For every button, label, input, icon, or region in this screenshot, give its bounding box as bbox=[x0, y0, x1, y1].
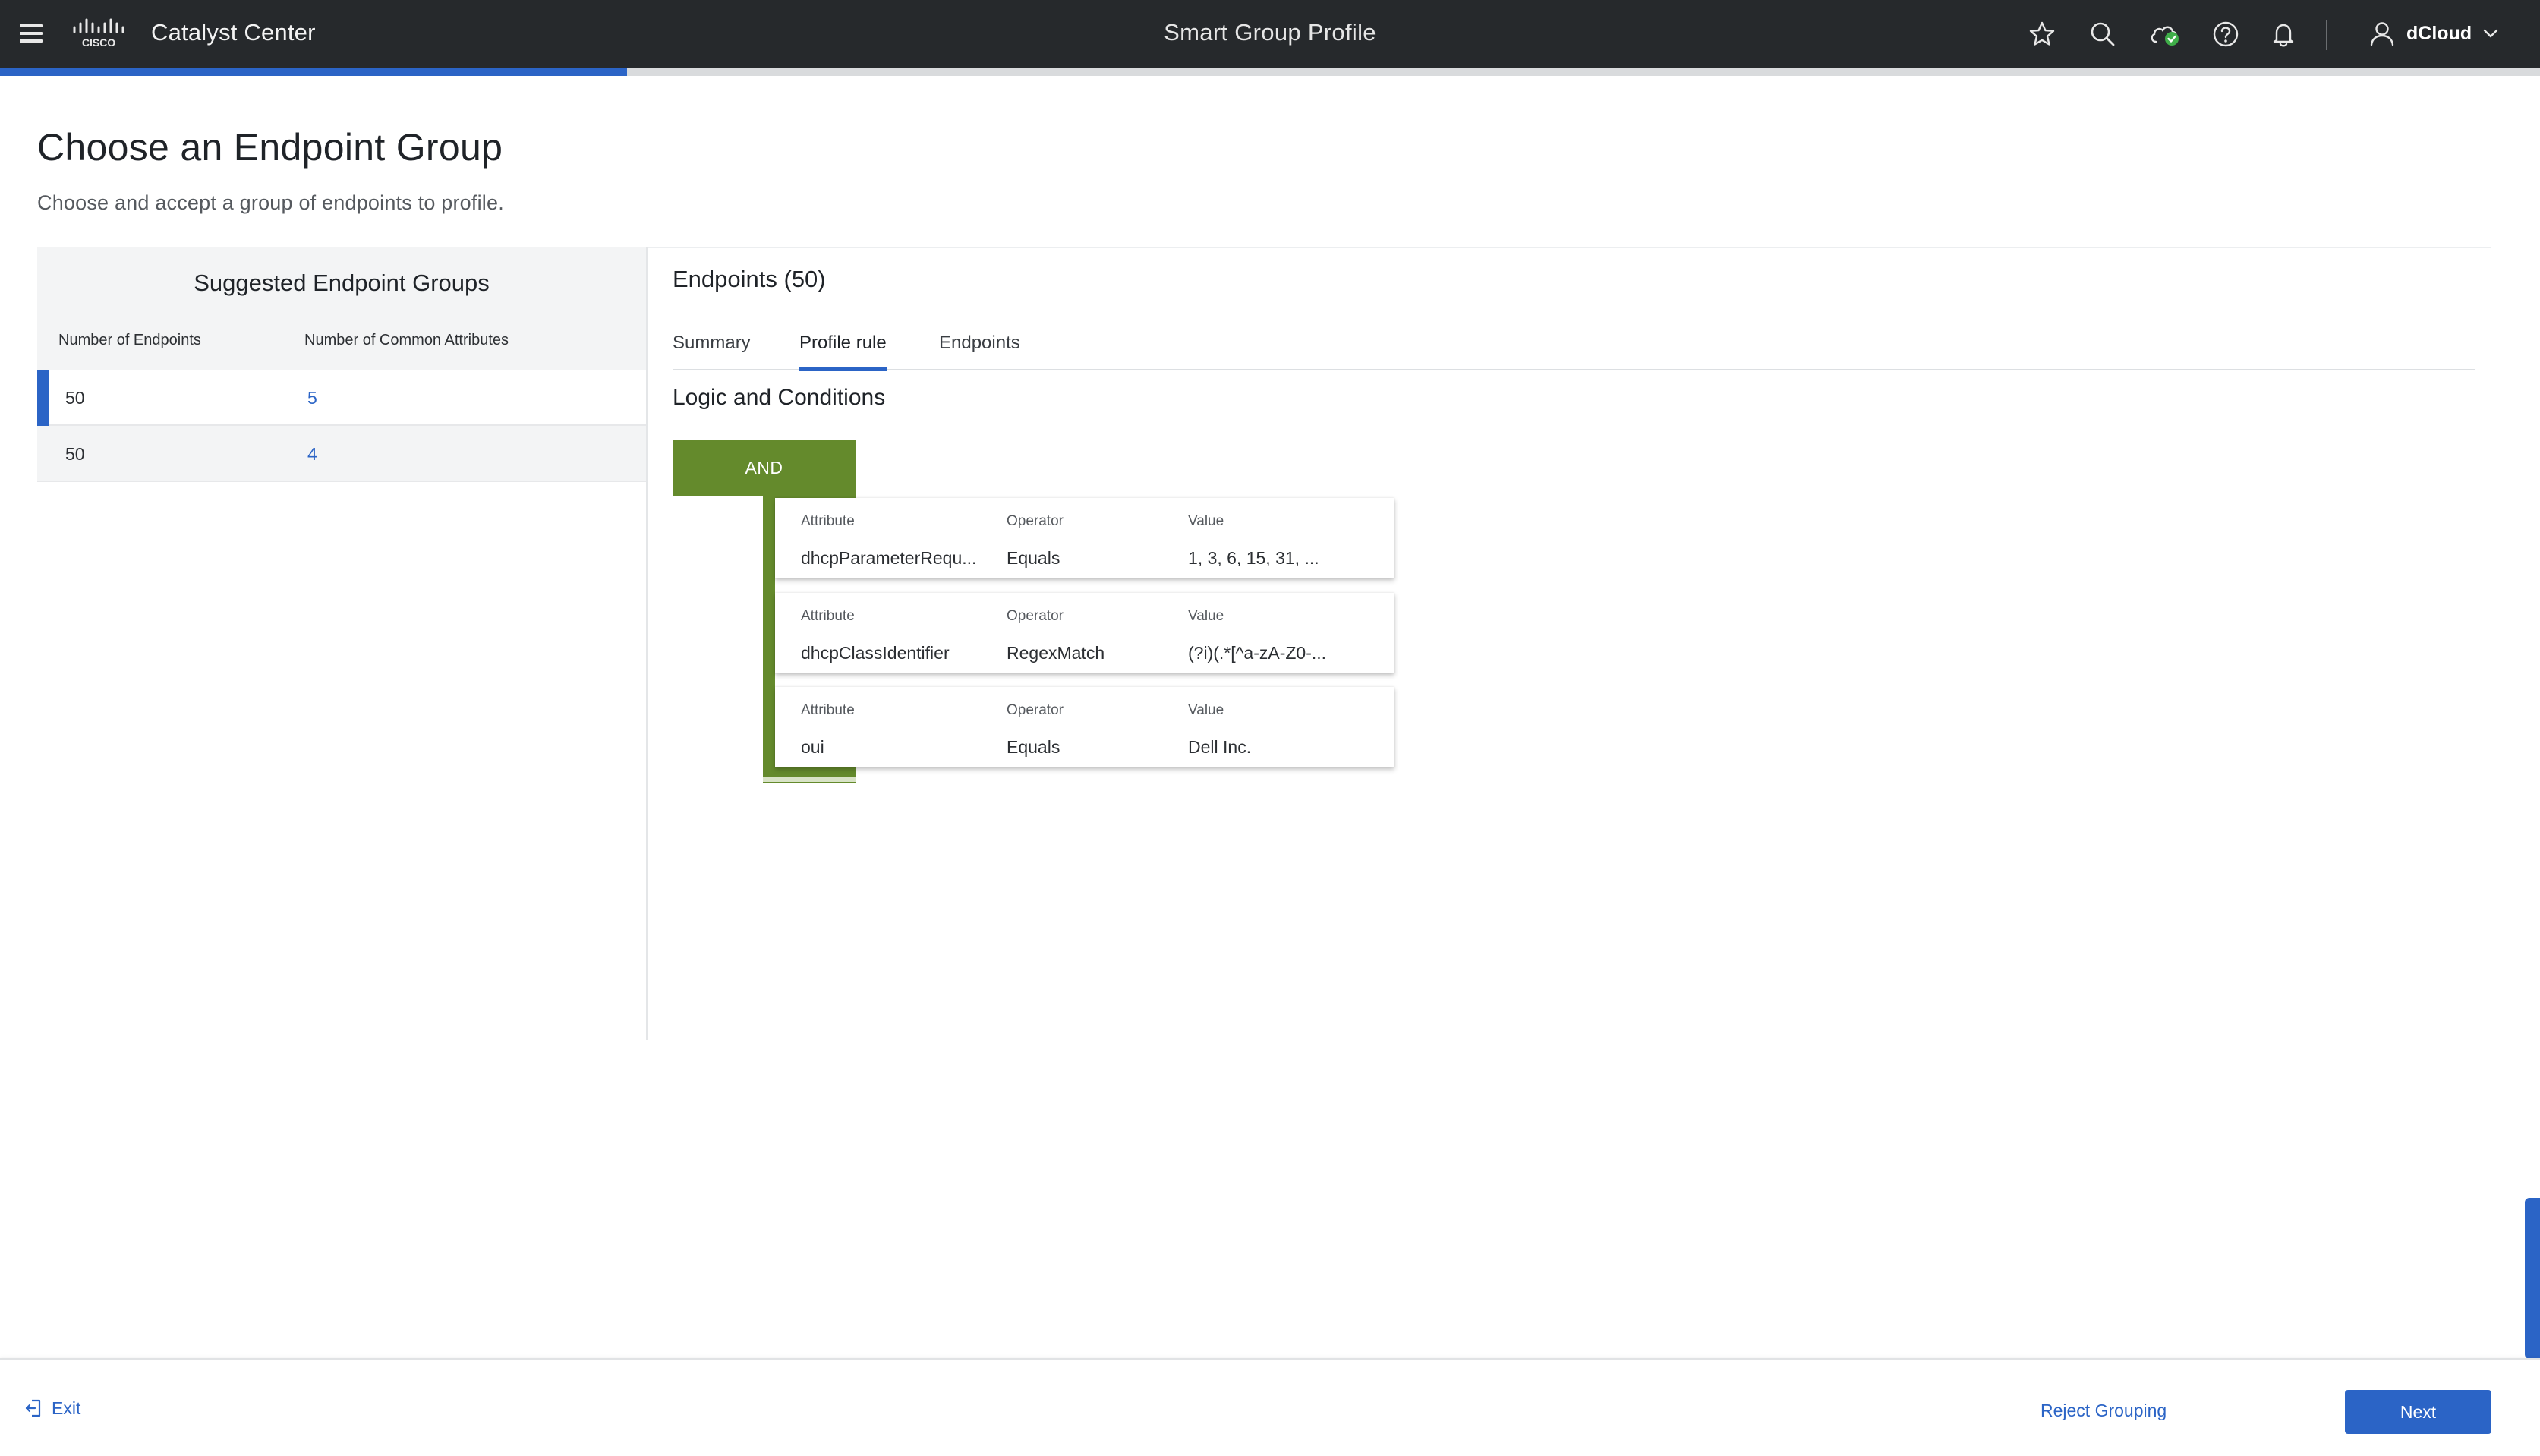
chevron-down-icon bbox=[2483, 29, 2498, 38]
attribute-label: Attribute bbox=[801, 513, 855, 529]
selected-row-marker bbox=[37, 370, 49, 426]
condition-attribute: oui bbox=[801, 737, 824, 757]
user-name: dCloud bbox=[2406, 22, 2472, 44]
attribute-label: Attribute bbox=[801, 608, 855, 624]
cloud-status-icon[interactable] bbox=[2148, 19, 2183, 49]
operator-label: Operator bbox=[1007, 608, 1064, 624]
condition-operator: Equals bbox=[1007, 548, 1060, 568]
row-attribute-count[interactable]: 5 bbox=[307, 388, 317, 408]
rail-separator bbox=[775, 578, 856, 594]
condition-value: Dell Inc. bbox=[1188, 737, 1252, 757]
condition-card: Attribute Operator Value dhcpClassIdenti… bbox=[775, 593, 1394, 673]
condition-attribute: dhcpClassIdentifier bbox=[801, 643, 950, 663]
suggested-groups-header: Suggested Endpoint Groups Number of Endp… bbox=[37, 247, 646, 370]
attribute-label: Attribute bbox=[801, 702, 855, 718]
condition-attribute: dhcpParameterRequ... bbox=[801, 548, 977, 568]
header-divider bbox=[2326, 20, 2327, 50]
search-icon[interactable] bbox=[2088, 19, 2118, 49]
column-header-endpoints[interactable]: Number of Endpoints bbox=[58, 332, 201, 349]
condition-value: 1, 3, 6, 15, 31, ... bbox=[1188, 548, 1319, 568]
operator-label: Operator bbox=[1007, 513, 1064, 529]
logic-rail-end bbox=[763, 777, 856, 782]
condition-operator: RegexMatch bbox=[1007, 643, 1105, 663]
logic-operator: AND bbox=[673, 440, 856, 496]
row-endpoint-count: 50 bbox=[65, 388, 85, 408]
suggested-groups-title: Suggested Endpoint Groups bbox=[194, 269, 490, 296]
user-icon bbox=[2370, 22, 2394, 46]
value-label: Value bbox=[1188, 702, 1224, 718]
condition-card: Attribute Operator Value dhcpParameterRe… bbox=[775, 498, 1394, 578]
operator-label: Operator bbox=[1007, 702, 1064, 718]
tab-summary[interactable]: Summary bbox=[673, 332, 751, 367]
row-attribute-count[interactable]: 4 bbox=[307, 444, 317, 465]
logic-title: Logic and Conditions bbox=[673, 385, 886, 410]
star-icon[interactable] bbox=[2027, 19, 2057, 49]
reject-grouping-button[interactable]: Reject Grouping bbox=[2041, 1391, 2167, 1429]
value-label: Value bbox=[1188, 608, 1224, 624]
row-endpoint-count: 50 bbox=[65, 444, 85, 464]
wizard-progress-fill bbox=[0, 68, 628, 76]
exit-label: Exit bbox=[52, 1398, 81, 1418]
page-subtitle: Choose and accept a group of endpoints t… bbox=[37, 191, 504, 214]
page-title: Choose an Endpoint Group bbox=[37, 126, 503, 169]
group-row[interactable]: 50 5 bbox=[37, 370, 646, 426]
tab-profile-rule[interactable]: Profile rule bbox=[799, 332, 887, 371]
value-label: Value bbox=[1188, 513, 1224, 529]
help-icon[interactable] bbox=[2211, 19, 2241, 49]
content-divider bbox=[648, 247, 2491, 248]
rail-separator bbox=[775, 673, 856, 689]
side-drawer-handle[interactable] bbox=[2525, 1198, 2540, 1359]
bell-icon[interactable] bbox=[2268, 19, 2299, 49]
user-menu[interactable]: dCloud bbox=[2368, 18, 2499, 49]
condition-value: (?i)(.*[^a-zA-Z0-... bbox=[1188, 643, 1327, 663]
exit-button[interactable]: Exit bbox=[24, 1398, 80, 1419]
detail-tabs: Summary Profile rule Endpoints bbox=[673, 326, 2475, 371]
suggested-groups-panel: Suggested Endpoint Groups Number of Endp… bbox=[37, 247, 648, 1040]
condition-card: Attribute Operator Value oui Equals Dell… bbox=[775, 687, 1394, 767]
exit-icon bbox=[25, 1399, 41, 1417]
tab-endpoints[interactable]: Endpoints bbox=[939, 332, 1020, 367]
group-row[interactable]: 50 4 bbox=[37, 426, 646, 482]
condition-operator: Equals bbox=[1007, 737, 1060, 757]
next-button[interactable]: Next bbox=[2345, 1390, 2491, 1434]
endpoints-title: Endpoints (50) bbox=[673, 266, 826, 292]
top-header: CISCO Catalyst Center Smart Group Profil… bbox=[0, 0, 2540, 68]
wizard-footer: Exit Reject Grouping Next bbox=[0, 1358, 2540, 1456]
column-header-attributes[interactable]: Number of Common Attributes bbox=[304, 332, 509, 349]
wizard-progress bbox=[0, 68, 2540, 76]
